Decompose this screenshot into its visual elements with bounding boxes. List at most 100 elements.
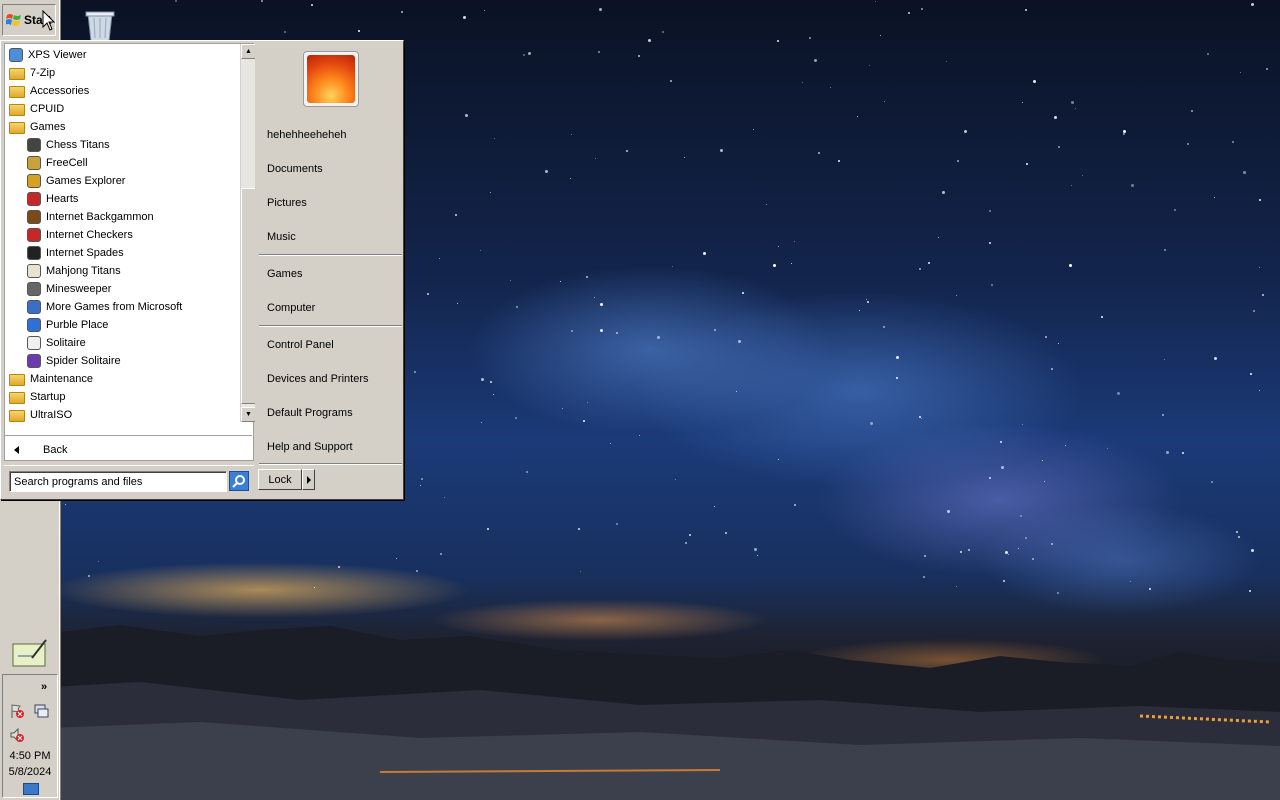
program-label: Spider Solitaire — [46, 355, 121, 367]
purble-place-icon — [27, 318, 41, 332]
arrow-right-icon — [306, 475, 311, 484]
program-item[interactable]: Internet Checkers — [5, 226, 239, 244]
folder-icon — [9, 410, 25, 422]
program-item[interactable]: Purble Place — [5, 316, 239, 334]
program-folder[interactable]: Games — [5, 118, 239, 136]
program-item[interactable]: Minesweeper — [5, 280, 239, 298]
network-icon[interactable] — [33, 703, 49, 719]
minesweeper-icon — [27, 282, 41, 296]
shutdown-options-button[interactable] — [302, 469, 315, 490]
recycle-bin-icon[interactable] — [82, 8, 118, 42]
program-item[interactable]: Internet Spades — [5, 244, 239, 262]
program-label: UltraISO — [30, 409, 73, 421]
scroll-thumb[interactable] — [241, 188, 256, 404]
program-folder[interactable]: Maintenance — [5, 370, 239, 388]
user-avatar[interactable] — [303, 51, 359, 107]
show-hidden-icons-chevron-icon[interactable]: » — [41, 681, 47, 693]
backgammon-icon — [27, 210, 41, 224]
separator — [259, 463, 402, 465]
program-folder[interactable]: CPUID — [5, 100, 239, 118]
program-label: Purble Place — [46, 319, 109, 331]
program-item[interactable]: FreeCell — [5, 154, 239, 172]
chess-icon — [27, 138, 41, 152]
program-item[interactable]: Internet Backgammon — [5, 208, 239, 226]
program-label: 7-Zip — [30, 67, 56, 79]
search-area — [4, 465, 254, 497]
clock-date[interactable]: 5/8/2024 — [3, 766, 57, 778]
games-link[interactable]: Games — [267, 263, 401, 285]
program-label: More Games from Microsoft — [46, 301, 183, 313]
back-arrow-icon — [14, 445, 19, 454]
spades-icon — [27, 246, 41, 260]
lock-button[interactable]: Lock — [258, 469, 302, 490]
program-folder[interactable]: Accessories — [5, 82, 239, 100]
hearts-icon — [27, 192, 41, 206]
program-label: Games Explorer — [46, 175, 126, 187]
start-menu-right-pane: hehehheeheheh Documents Pictures Music G… — [255, 43, 402, 465]
program-list-scrollbar[interactable]: ▲ ▼ — [240, 44, 256, 422]
mouse-cursor-icon — [42, 10, 56, 31]
windows-logo-icon — [6, 14, 21, 26]
games-explorer-icon — [27, 174, 41, 188]
mahjong-icon — [27, 264, 41, 278]
program-item[interactable]: More Games from Microsoft — [5, 298, 239, 316]
user-folder-link[interactable]: hehehheeheheh — [267, 124, 401, 146]
search-button[interactable] — [229, 471, 249, 491]
control-panel-link[interactable]: Control Panel — [267, 334, 401, 356]
documents-link[interactable]: Documents — [267, 158, 401, 180]
program-label: CPUID — [30, 103, 65, 115]
search-icon — [232, 475, 245, 488]
scroll-up-button[interactable]: ▲ — [241, 44, 256, 59]
volume-muted-icon[interactable] — [9, 727, 25, 743]
action-center-flag-icon[interactable] — [9, 703, 25, 719]
program-label: XPS Viewer — [28, 49, 87, 61]
clock-time[interactable]: 4:50 PM — [3, 750, 57, 762]
spider-solitaire-icon — [27, 354, 41, 368]
freecell-icon — [27, 156, 41, 170]
program-item[interactable]: Games Explorer — [5, 172, 239, 190]
back-label: Back — [43, 443, 68, 456]
folder-icon — [9, 104, 25, 116]
pictures-link[interactable]: Pictures — [267, 192, 401, 214]
more-games-icon — [27, 300, 41, 314]
xps-viewer-icon — [9, 48, 23, 62]
program-item[interactable]: Spider Solitaire — [5, 352, 239, 370]
start-menu: XPS Viewer 7-Zip Accessories CPUID Games Ches… — [0, 40, 404, 500]
program-folder[interactable]: Startup — [5, 388, 239, 406]
program-label: Chess Titans — [46, 139, 110, 151]
show-desktop-button[interactable] — [23, 783, 39, 795]
program-item[interactable]: Hearts — [5, 190, 239, 208]
help-support-link[interactable]: Help and Support — [267, 436, 401, 458]
notification-area: » 4:50 PM 5/8/2024 — [2, 674, 58, 798]
devices-printers-link[interactable]: Devices and Printers — [267, 368, 401, 390]
computer-link[interactable]: Computer — [267, 297, 401, 319]
search-input[interactable] — [9, 471, 227, 492]
back-button[interactable]: Back — [4, 435, 252, 463]
all-programs-pane: XPS Viewer 7-Zip Accessories CPUID Games Ches… — [4, 43, 256, 461]
program-label: Mahjong Titans — [46, 265, 121, 277]
program-item[interactable]: Mahjong Titans — [5, 262, 239, 280]
program-label: Internet Spades — [46, 247, 124, 259]
separator — [259, 325, 402, 327]
program-label: Games — [30, 121, 66, 133]
program-folder[interactable]: 7-Zip — [5, 64, 239, 82]
separator — [259, 254, 402, 256]
program-item[interactable]: Chess Titans — [5, 136, 239, 154]
program-label: Hearts — [46, 193, 79, 205]
program-label: Solitaire — [46, 337, 86, 349]
folder-icon — [9, 86, 25, 98]
default-programs-link[interactable]: Default Programs — [267, 402, 401, 424]
quick-launch-note-icon[interactable] — [12, 636, 48, 668]
folder-icon — [9, 122, 25, 134]
program-item[interactable]: XPS Viewer — [5, 46, 239, 64]
program-item[interactable]: Solitaire — [5, 334, 239, 352]
program-list: XPS Viewer 7-Zip Accessories CPUID Games Ches… — [5, 44, 239, 428]
scroll-down-button[interactable]: ▼ — [241, 407, 256, 422]
folder-icon — [9, 374, 25, 386]
program-folder[interactable]: UltraISO — [5, 406, 239, 424]
program-label: Maintenance — [30, 373, 93, 385]
folder-icon — [9, 392, 25, 404]
music-link[interactable]: Music — [267, 226, 401, 248]
program-label: Accessories — [30, 85, 90, 97]
program-label: FreeCell — [46, 157, 88, 169]
